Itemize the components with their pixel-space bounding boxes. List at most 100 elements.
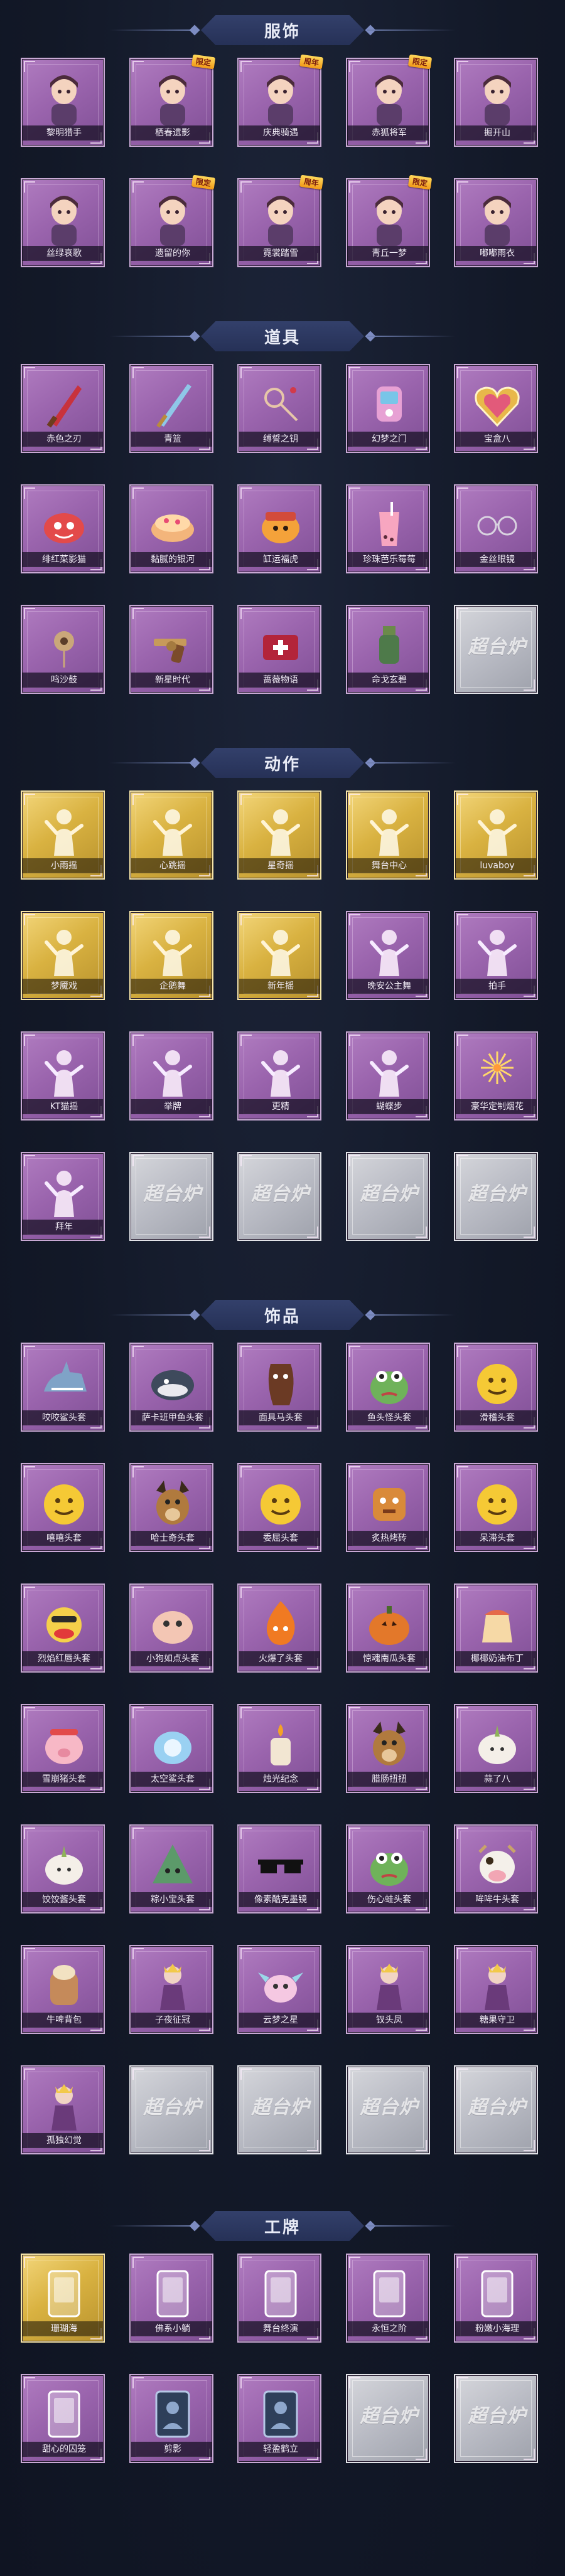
- empty-slot[interactable]: 超台炉: [454, 2065, 538, 2154]
- collection-item[interactable]: 佛系小躺: [129, 2254, 213, 2343]
- collection-item[interactable]: 黎明猎手: [21, 58, 105, 147]
- empty-slot[interactable]: 超台炉: [454, 1152, 538, 1241]
- collection-item[interactable]: 牛啤背包: [21, 1945, 105, 2034]
- empty-slot[interactable]: 超台炉: [454, 2374, 538, 2463]
- collection-item[interactable]: 拜年: [21, 1152, 105, 1241]
- collection-item[interactable]: 企鹅舞: [129, 911, 213, 1000]
- collection-item[interactable]: 萨卡班甲鱼头套: [129, 1343, 213, 1432]
- collection-item[interactable]: 霓裳踏雪 周年: [237, 174, 324, 267]
- collection-item[interactable]: 珍珠芭乐莓莓: [346, 484, 430, 573]
- collection-item[interactable]: 蔷薇物语: [237, 605, 321, 694]
- collection-item[interactable]: 鸣沙鼓: [21, 605, 105, 694]
- collection-item[interactable]: 晚安公主舞: [346, 911, 430, 1000]
- empty-slot[interactable]: 超台炉: [346, 1152, 430, 1241]
- collection-item[interactable]: 新年摇: [237, 911, 321, 1000]
- collection-item[interactable]: 腊肠扭扭: [346, 1704, 430, 1793]
- collection-item[interactable]: 鱼头怪头套: [346, 1343, 430, 1432]
- collection-item[interactable]: 赤狐将军 限定: [346, 54, 433, 147]
- collection-item[interactable]: 拍手: [454, 911, 538, 1000]
- collection-item[interactable]: KT猫摇: [21, 1031, 105, 1120]
- collection-item[interactable]: 轻盈鹤立: [237, 2374, 321, 2463]
- collection-item[interactable]: 丝绿哀歌: [21, 178, 105, 267]
- pose-figure-icon: [466, 920, 529, 982]
- item-label: 绯红菜影猫: [22, 552, 104, 567]
- empty-slot[interactable]: 超台炉: [129, 2065, 213, 2154]
- toast-head-icon: [358, 1472, 421, 1535]
- collection-item[interactable]: 小狗如点头套: [129, 1583, 213, 1673]
- collection-item[interactable]: 赤色之刃: [21, 364, 105, 453]
- collection-item[interactable]: 嘟嘟雨衣: [454, 178, 538, 267]
- collection-item[interactable]: 惊魂南瓜头套: [346, 1583, 430, 1673]
- collection-item[interactable]: 幻梦之门: [346, 364, 430, 453]
- collection-item[interactable]: 伤心蛙头套: [346, 1824, 430, 1913]
- collection-item[interactable]: 舞台中心: [346, 790, 430, 880]
- collection-item[interactable]: 栖春遗影 限定: [129, 54, 216, 147]
- collection-item[interactable]: 孤独幻觉: [21, 2065, 105, 2154]
- collection-item[interactable]: 蒜了八: [454, 1704, 538, 1793]
- collection-item[interactable]: 呆滞头套: [454, 1463, 538, 1552]
- collection-item[interactable]: 饺饺酱头套: [21, 1824, 105, 1913]
- revolver-icon: [141, 614, 204, 676]
- collection-item[interactable]: 太空鲨头套: [129, 1704, 213, 1793]
- empty-slot[interactable]: 超台炉: [237, 2065, 321, 2154]
- empty-slot[interactable]: 超台炉: [346, 2374, 430, 2463]
- collection-item[interactable]: 绯红菜影猫: [21, 484, 105, 573]
- collection-item[interactable]: 新星时代: [129, 605, 213, 694]
- collection-item[interactable]: 雪崩猪头套: [21, 1704, 105, 1793]
- collection-item[interactable]: 梦魇戏: [21, 911, 105, 1000]
- collection-item[interactable]: 粽小宝头套: [129, 1824, 213, 1913]
- collection-item[interactable]: 蝴蝶步: [346, 1031, 430, 1120]
- collection-item[interactable]: 滑稽头套: [454, 1343, 538, 1432]
- collection-item[interactable]: 委屈头套: [237, 1463, 321, 1552]
- collection-item[interactable]: 剪影: [129, 2374, 213, 2463]
- collection-item[interactable]: 青丘一梦 限定: [346, 174, 433, 267]
- collection-item[interactable]: 烛光纪念: [237, 1704, 321, 1793]
- collection-item[interactable]: 星奇摇: [237, 790, 321, 880]
- collection-item[interactable]: 哞哞牛头套: [454, 1824, 538, 1913]
- collection-item[interactable]: 粉嫩小海理: [454, 2254, 538, 2343]
- collection-item[interactable]: 云梦之星: [237, 1945, 321, 2034]
- collection-item[interactable]: 烈焰红唇头套: [21, 1583, 105, 1673]
- collection-item[interactable]: 火爆了头套: [237, 1583, 321, 1673]
- collection-item[interactable]: 心跳摇: [129, 790, 213, 880]
- collection-item[interactable]: 哈士奇头套: [129, 1463, 213, 1552]
- collection-item[interactable]: 糖果守卫: [454, 1945, 538, 2034]
- collection-item[interactable]: 缸运福虎: [237, 484, 321, 573]
- zongzi-head-icon: [141, 1833, 204, 1896]
- collection-item[interactable]: 咬咬鲨头套: [21, 1343, 105, 1432]
- empty-slot[interactable]: 超台炉: [129, 1152, 213, 1241]
- collection-item[interactable]: 面具马头套: [237, 1343, 321, 1432]
- empty-slot[interactable]: 超台炉: [346, 2065, 430, 2154]
- empty-slot[interactable]: 超台炉: [454, 605, 538, 694]
- collection-item[interactable]: 嘻嘻头套: [21, 1463, 105, 1552]
- collection-item[interactable]: 舞台终演: [237, 2254, 321, 2343]
- collection-item[interactable]: 缚誓之钥: [237, 364, 321, 453]
- section-title-banner: 服饰: [201, 15, 364, 45]
- collection-item[interactable]: 金丝眼镜: [454, 484, 538, 573]
- collection-item[interactable]: 庆典骑遇 周年: [237, 54, 324, 147]
- collection-item[interactable]: 宝盒八: [454, 364, 538, 453]
- collection-item[interactable]: 钗头凤: [346, 1945, 430, 2034]
- collection-item[interactable]: 小雨摇: [21, 790, 105, 880]
- item-label: 惊魂南瓜头套: [347, 1651, 429, 1666]
- collection-item[interactable]: 豪华定制烟花: [454, 1031, 538, 1120]
- collection-item[interactable]: 命戈玄碧: [346, 605, 430, 694]
- item-card-frame: KT猫摇: [21, 1031, 105, 1120]
- collection-item[interactable]: 举牌: [129, 1031, 213, 1120]
- collection-item[interactable]: 青篮: [129, 364, 213, 453]
- collection-item[interactable]: 像素酷克墨镜: [237, 1824, 321, 1913]
- collection-item[interactable]: 黏腻的银河: [129, 484, 213, 573]
- collection-item[interactable]: 掘开山: [454, 58, 538, 147]
- collection-item[interactable]: luvaboy: [454, 790, 538, 880]
- collection-item[interactable]: 更精: [237, 1031, 321, 1120]
- collection-item[interactable]: 珊瑚海: [21, 2254, 105, 2343]
- collection-item[interactable]: 椰椰奶油布丁: [454, 1583, 538, 1673]
- empty-slot[interactable]: 超台炉: [237, 1152, 321, 1241]
- collection-item[interactable]: 炙热烤砖: [346, 1463, 430, 1552]
- collection-item[interactable]: 遗留的你 限定: [129, 174, 216, 267]
- collection-item[interactable]: 永恒之阶: [346, 2254, 430, 2343]
- frame-corner: [524, 1227, 535, 1238]
- collection-item[interactable]: 甜心的囚笼: [21, 2374, 105, 2463]
- collection-item[interactable]: 子夜征冠: [129, 1945, 213, 2034]
- shark-head-icon: [33, 1351, 95, 1414]
